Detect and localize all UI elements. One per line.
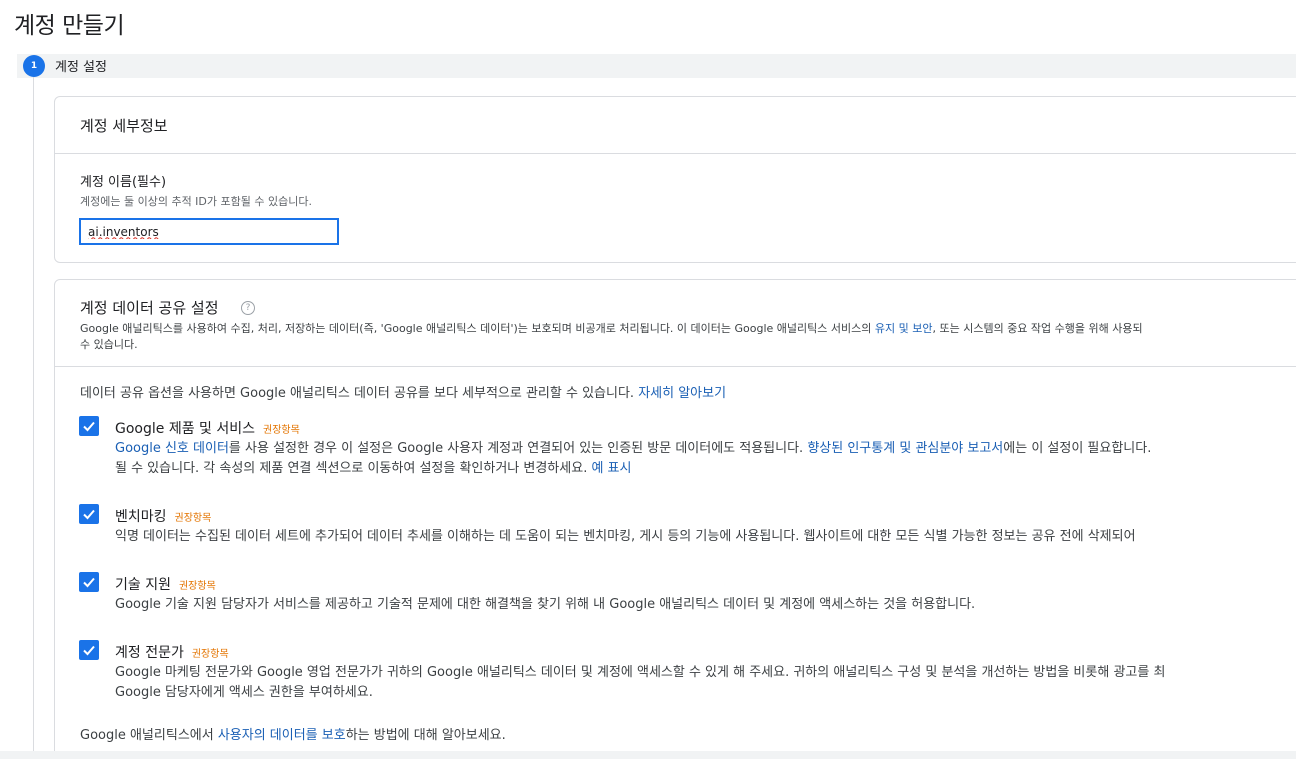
data-sharing-title: 계정 데이터 공유 설정 (80, 299, 219, 317)
account-specialists-desc-line1: Google 마케팅 전문가와 Google 영업 전문가가 귀하의 Googl… (115, 665, 1166, 680)
step-header-bar[interactable] (17, 54, 1296, 78)
card-divider (55, 153, 1296, 154)
google-products-desc-line1: Google 신호 데이터를 사용 설정한 경우 이 설정은 Google 사용… (115, 441, 1152, 456)
maintenance-security-link[interactable]: 유지 및 보안 (875, 322, 933, 335)
card-divider (55, 366, 1296, 367)
recommended-badge: 권장항목 (263, 425, 300, 436)
data-sharing-description-line2: 수 있습니다. (80, 338, 138, 351)
checkmark-icon (83, 509, 95, 520)
benchmarking-title: 벤치마킹 권장항목 (115, 509, 212, 525)
show-example-link[interactable]: 예 표시 (591, 461, 631, 476)
checkmark-icon (83, 421, 95, 432)
google-products-title: Google 제품 및 서비스 권장항목 (115, 421, 300, 437)
step-number-badge: 1 (23, 55, 45, 77)
data-protection-footer: Google 애널리틱스에서 사용자의 데이터를 보호하는 방법에 대해 알아보… (80, 728, 506, 743)
step-label[interactable]: 계정 설정 (55, 56, 107, 75)
data-sharing-description-line1: Google 애널리틱스를 사용하여 수집, 처리, 저장하는 데이터(즉, '… (80, 322, 1143, 335)
benchmarking-desc: 익명 데이터는 수집된 데이터 세트에 추가되어 데이터 추세를 이해하는 데 … (115, 529, 1136, 544)
account-details-title: 계정 세부정보 (80, 117, 168, 135)
google-products-desc-line2: 될 수 있습니다. 각 속성의 제품 연결 섹션으로 이동하여 설정을 확인하거… (115, 461, 632, 476)
technical-support-desc: Google 기술 지원 담당자가 서비스를 제공하고 기술적 문제에 대한 해… (115, 597, 976, 612)
page-title: 계정 만들기 (14, 13, 125, 39)
question-icon[interactable]: ? (241, 301, 255, 315)
account-name-help: 계정에는 둘 이상의 추적 ID가 포함될 수 있습니다. (80, 195, 312, 208)
benchmarking-checkbox[interactable] (79, 504, 99, 524)
checkmark-icon (83, 577, 95, 588)
step-connector-line (33, 77, 34, 759)
learn-more-link[interactable]: 자세히 알아보기 (638, 386, 726, 401)
protect-data-link[interactable]: 사용자의 데이터를 보호 (218, 728, 346, 743)
recommended-badge: 권장항목 (174, 513, 212, 524)
account-specialists-desc-line2: Google 담당자에게 액세스 권한을 부여하세요. (115, 685, 373, 700)
technical-support-title: 기술 지원 권장항목 (115, 577, 216, 593)
google-signals-link[interactable]: Google 신호 데이터 (115, 441, 229, 456)
bottom-strip (0, 751, 1296, 759)
account-name-label: 계정 이름(필수) (80, 175, 167, 190)
sharing-intro-text: 데이터 공유 옵션을 사용하면 Google 애널리틱스 데이터 공유를 보다 … (80, 386, 727, 401)
checkmark-icon (83, 645, 95, 656)
recommended-badge: 권장항목 (191, 649, 229, 660)
account-specialists-title: 계정 전문가 권장항목 (115, 645, 229, 661)
account-name-input[interactable] (79, 218, 339, 245)
demographics-reports-link[interactable]: 향상된 인구통계 및 관심분야 보고서 (807, 441, 1003, 456)
google-products-checkbox[interactable] (79, 416, 99, 436)
technical-support-checkbox[interactable] (79, 572, 99, 592)
account-specialists-checkbox[interactable] (79, 640, 99, 660)
recommended-badge: 권장항목 (178, 581, 216, 592)
